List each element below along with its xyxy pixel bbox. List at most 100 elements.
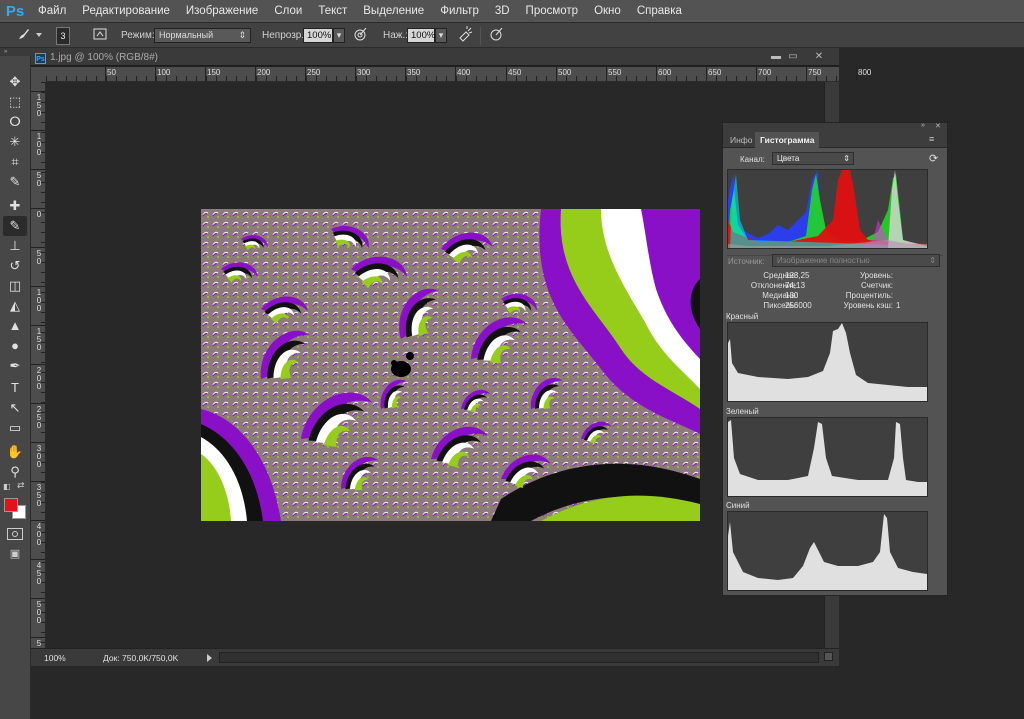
collapse-icon[interactable]: »: [4, 49, 7, 55]
menu-item[interactable]: Слои: [266, 0, 310, 22]
foreground-color-swatch[interactable]: [4, 498, 18, 512]
eyedropper-tool-icon[interactable]: ✎: [3, 172, 27, 192]
tab-info[interactable]: Инфо: [725, 132, 758, 148]
ruler-minor-tick: [166, 76, 167, 81]
ruler-minor-tick: [306, 76, 307, 81]
mode-select[interactable]: Нормальный ⇕: [154, 28, 251, 43]
path-select-tool-icon[interactable]: ↖: [3, 398, 27, 418]
default-colors-icon[interactable]: ◧: [3, 482, 11, 491]
brush-preset-icon[interactable]: [14, 26, 34, 46]
ruler-minor-tick: [41, 82, 45, 83]
panel-menu-icon[interactable]: ≡: [929, 134, 934, 144]
status-menu-arrow-icon[interactable]: [207, 654, 212, 662]
canvas-area[interactable]: [46, 82, 824, 648]
document-tab[interactable]: Ps 1.jpg @ 100% (RGB/8#): [31, 50, 168, 66]
size-pressure-icon[interactable]: [486, 26, 506, 46]
brush-tool-icon[interactable]: ✎: [3, 216, 27, 236]
healing-brush-tool-icon[interactable]: ✚: [3, 196, 27, 216]
menu-item[interactable]: Фильтр: [432, 0, 487, 22]
menu-item[interactable]: Файл: [30, 0, 74, 22]
pen-tool-icon[interactable]: ✒: [3, 356, 27, 376]
lasso-tool-icon[interactable]: ⵔ: [3, 112, 27, 132]
brush-panel-toggle-icon[interactable]: [90, 26, 110, 46]
mode-label: Режим:: [121, 30, 155, 41]
flow-dropdown-icon[interactable]: ▾: [435, 28, 447, 43]
opacity-dropdown-icon[interactable]: ▾: [333, 28, 345, 43]
source-select[interactable]: Изображение полностью ⇕: [772, 254, 940, 267]
screen-mode-icon[interactable]: ▣: [7, 548, 23, 560]
ruler-minor-tick: [606, 76, 607, 81]
dodge-tool-icon[interactable]: ●: [3, 336, 27, 356]
ruler-minor-tick: [136, 76, 137, 81]
eraser-tool-icon[interactable]: ◫: [3, 276, 27, 296]
quick-mask-icon[interactable]: [7, 528, 23, 540]
opacity-field[interactable]: 100%: [303, 28, 333, 43]
ruler-minor-tick: [156, 76, 157, 81]
rectangle-tool-icon[interactable]: ▭: [3, 418, 27, 438]
menu-item[interactable]: Редактирование: [74, 0, 178, 22]
paint-bucket-tool-icon[interactable]: ◭: [3, 296, 27, 316]
vertical-ruler[interactable]: 1501005005010015020025030035040045050055…: [31, 82, 46, 664]
rect-marquee-tool-icon[interactable]: ⬚: [3, 92, 27, 112]
menu-item[interactable]: Справка: [629, 0, 690, 22]
close-icon[interactable]: ✕: [809, 50, 829, 63]
tab-histogram[interactable]: Гистограмма: [755, 132, 820, 148]
airbrush-icon[interactable]: [455, 26, 475, 46]
panel-collapse-icon[interactable]: »: [921, 122, 925, 129]
swap-colors-icon[interactable]: ⇄: [17, 480, 25, 491]
restore-icon[interactable]: ▭: [783, 50, 803, 63]
opacity-pressure-icon[interactable]: [350, 26, 370, 46]
refresh-icon[interactable]: ⟳: [929, 152, 938, 165]
menu-item[interactable]: Просмотр: [518, 0, 587, 22]
ruler-corner: [31, 67, 46, 82]
ruler-minor-tick: [316, 76, 317, 81]
ruler-tick: [31, 598, 45, 599]
ruler-minor-tick: [396, 76, 397, 81]
magic-wand-tool-icon[interactable]: ✳: [3, 132, 27, 152]
ruler-minor-tick: [46, 76, 47, 81]
blur-tool-icon[interactable]: ▲: [3, 316, 27, 336]
blue-channel-label: Синий: [726, 501, 750, 510]
doc-size: Док: 750,0K/750,0K: [103, 653, 179, 663]
document-tab-title: 1.jpg @ 100% (RGB/8#): [50, 52, 158, 63]
clone-stamp-tool-icon[interactable]: ⊥: [3, 236, 27, 256]
ruler-label: 400: [35, 523, 43, 547]
pixels-value: 256000: [785, 301, 812, 310]
move-tool-icon[interactable]: ✥: [3, 72, 27, 92]
menu-item[interactable]: Изображение: [178, 0, 266, 22]
color-histogram: [727, 169, 928, 249]
ruler-minor-tick: [56, 76, 57, 81]
ruler-minor-tick: [41, 132, 45, 133]
resize-grip-icon[interactable]: [824, 652, 833, 661]
history-brush-tool-icon[interactable]: ↺: [3, 256, 27, 276]
ruler-minor-tick: [566, 76, 567, 81]
brush-size-field[interactable]: 3: [56, 27, 70, 45]
std-value: 74,13: [785, 281, 806, 290]
type-tool-icon[interactable]: T: [3, 378, 27, 398]
green-histogram: [727, 417, 928, 497]
menu-item[interactable]: Окно: [586, 0, 629, 22]
ruler-minor-tick: [626, 76, 627, 81]
menu-item[interactable]: 3D: [487, 0, 518, 22]
zoom-level[interactable]: 100%: [44, 653, 66, 663]
brush-preset-chevron-icon[interactable]: [36, 33, 42, 37]
panel-close-icon[interactable]: ✕: [935, 122, 941, 130]
ruler-minor-tick: [636, 76, 637, 81]
ruler-digit: 0: [36, 382, 42, 391]
channel-select[interactable]: Цвета ⇕: [772, 152, 854, 165]
ruler-label: 450: [508, 68, 522, 77]
menu-item[interactable]: Выделение: [355, 0, 432, 22]
menu-item[interactable]: Текст: [310, 0, 355, 22]
crop-tool-icon[interactable]: ⌗: [3, 152, 27, 172]
flow-field[interactable]: 100%: [407, 28, 435, 43]
document-window: Ps 1.jpg @ 100% (RGB/8#) ▬ ▭ ✕ 50 100 150 2…: [31, 48, 871, 666]
ruler-minor-tick: [41, 382, 45, 383]
channel-select-value: Цвета: [777, 154, 800, 163]
ruler-minor-tick: [41, 212, 45, 213]
zoom-tool-icon[interactable]: ⚲: [3, 462, 27, 482]
document-image[interactable]: [201, 209, 700, 521]
hand-tool-icon[interactable]: ✋: [3, 442, 27, 462]
horizontal-ruler[interactable]: 50 100 150 200 250 300 350 400 450 500 550 600 650 70…: [46, 67, 871, 82]
horizontal-scrollbar[interactable]: [219, 652, 819, 663]
median-value: 130: [785, 291, 799, 300]
